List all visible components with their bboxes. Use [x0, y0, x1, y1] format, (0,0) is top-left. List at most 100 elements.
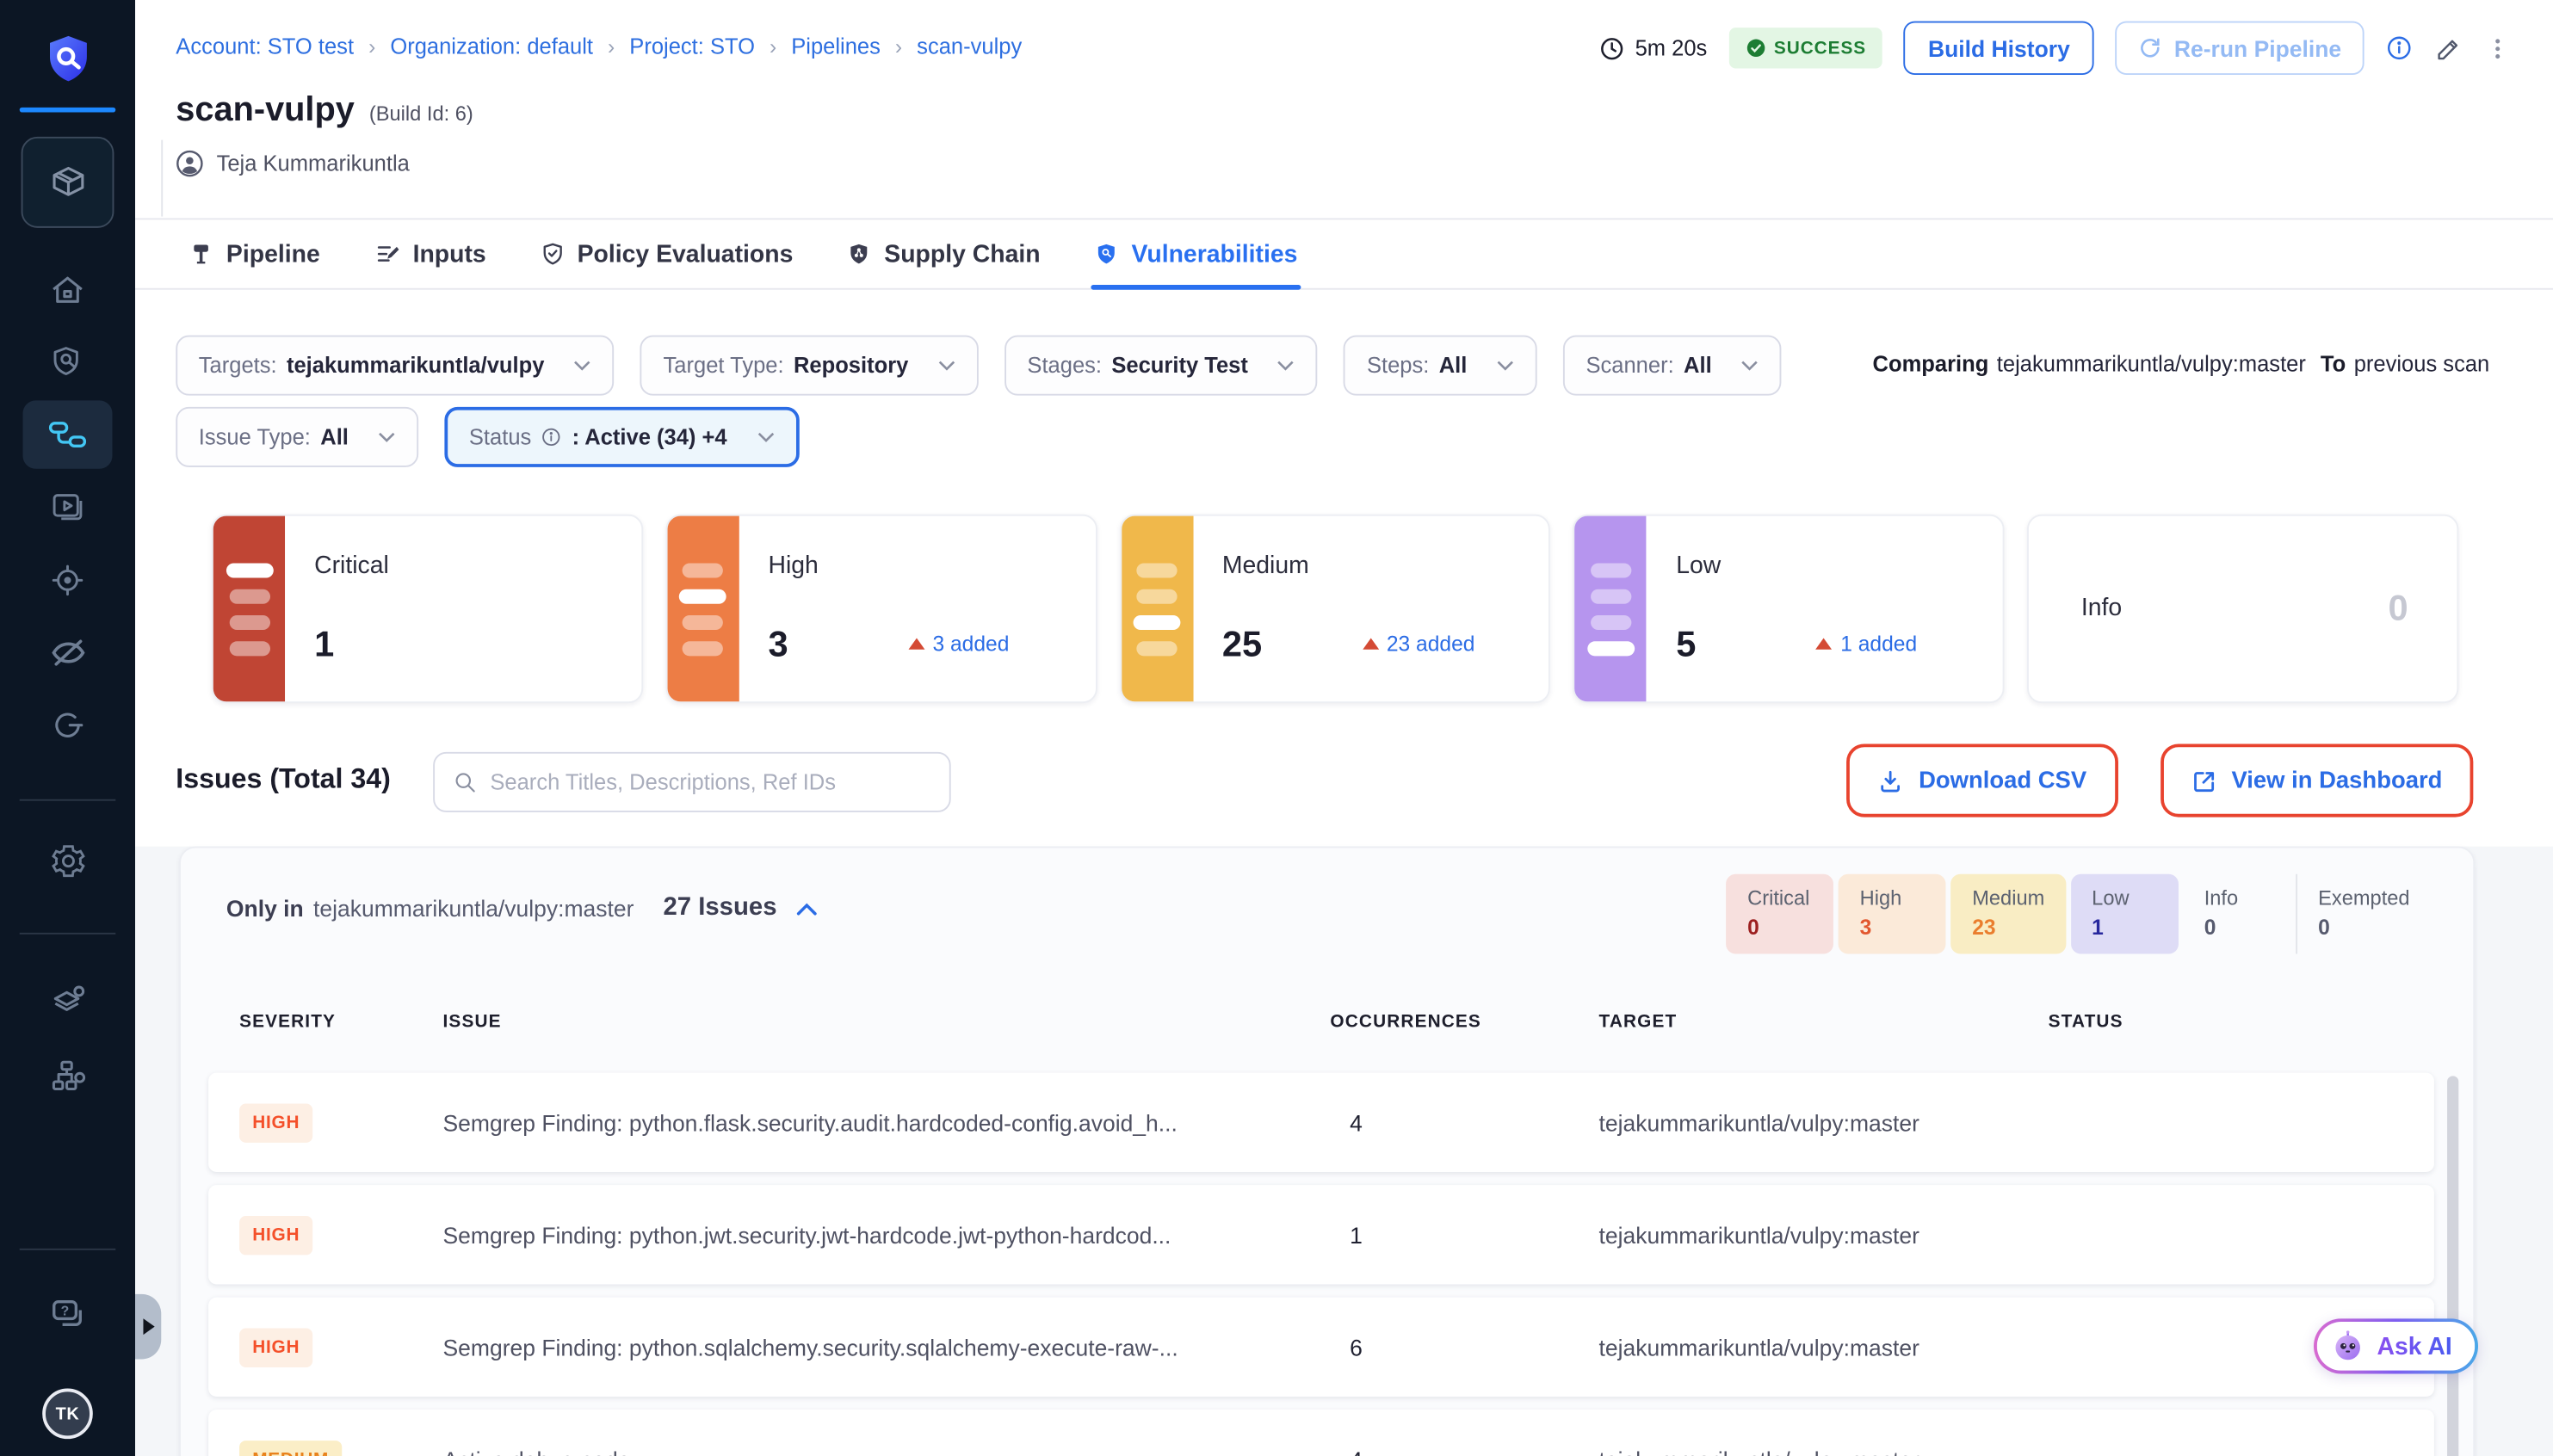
- severity-strip: [213, 516, 285, 702]
- scanner-filter-dropdown[interactable]: Scanner:All: [1563, 336, 1782, 396]
- clock-icon: [1599, 35, 1625, 61]
- severity-card-label: Critical: [314, 552, 389, 579]
- build-history-button[interactable]: Build History: [1904, 22, 2095, 75]
- severity-card-info[interactable]: Info 0: [2027, 515, 2458, 703]
- target-type-filter-dropdown[interactable]: Target Type:Repository: [640, 336, 979, 396]
- severity-badge: HIGH: [239, 1328, 312, 1367]
- col-severity: SEVERITY: [239, 1013, 442, 1033]
- settings-gear-icon[interactable]: [0, 842, 135, 880]
- issue-title[interactable]: Semgrep Finding: python.sqlalchemy.secur…: [443, 1334, 1331, 1360]
- targets-crosshair-icon[interactable]: [0, 562, 135, 600]
- chip-high: High 3: [1839, 874, 1946, 954]
- status-badge: SUCCESS: [1728, 28, 1882, 68]
- execution-duration: 5m 20s: [1599, 35, 1707, 61]
- tab-inputs[interactable]: Inputs: [374, 219, 486, 287]
- org-settings-hierarchy-icon[interactable]: [0, 1057, 135, 1095]
- table-scrollbar[interactable]: [2447, 1076, 2458, 1456]
- edit-pencil-icon[interactable]: [2434, 34, 2463, 63]
- search-input[interactable]: [490, 770, 931, 794]
- col-occurrences: OCCURRENCES: [1330, 1013, 1598, 1033]
- added-count: 3 added: [908, 632, 1009, 656]
- severity-card-medium[interactable]: Medium 25 23 added: [1120, 515, 1551, 703]
- info-icon[interactable]: [2385, 34, 2413, 62]
- app-window: ? TK Account: STO test › Organization: de…: [0, 0, 2553, 1456]
- tab-pipeline[interactable]: Pipeline: [189, 219, 319, 287]
- check-circle-icon: [1745, 38, 1766, 59]
- scans-shield-icon[interactable]: [0, 343, 135, 381]
- triggered-by-user: Teja Kummarikuntla: [176, 150, 410, 177]
- triangle-up-icon: [1363, 639, 1379, 650]
- help-chat-icon[interactable]: ?: [0, 1294, 135, 1335]
- severity-card-critical[interactable]: Critical 1: [212, 515, 643, 703]
- search-icon: [453, 770, 477, 794]
- breadcrumb-current[interactable]: scan-vulpy: [917, 34, 1022, 59]
- issue-target: tejakummarikuntla/vulpy:master: [1599, 1334, 2049, 1360]
- home-icon[interactable]: [0, 272, 135, 310]
- breadcrumb-separator: ›: [895, 34, 902, 59]
- tab-vulnerabilities[interactable]: Vulnerabilities: [1094, 219, 1297, 287]
- severity-strip: [1122, 516, 1193, 702]
- chevron-down-icon: [757, 431, 775, 442]
- triangle-up-icon: [1816, 639, 1833, 650]
- col-status: STATUS: [2049, 1013, 2474, 1033]
- left-nav-sidebar: ? TK: [0, 0, 135, 1456]
- targets-filter-dropdown[interactable]: Targets:tejakummarikuntla/vulpy: [176, 336, 614, 396]
- severity-card-high[interactable]: High 3 3 added: [665, 515, 1097, 703]
- tab-supply-chain[interactable]: Supply Chain: [847, 219, 1041, 287]
- breadcrumb-account[interactable]: Account: STO test: [176, 34, 354, 59]
- user-avatar[interactable]: TK: [42, 1389, 93, 1440]
- sto-shield-logo-icon[interactable]: [0, 33, 135, 88]
- more-options-kebab-icon[interactable]: [2485, 34, 2511, 63]
- status-filter-dropdown[interactable]: Status : Active (34) +4: [445, 407, 799, 467]
- external-link-icon: [2191, 768, 2216, 793]
- added-count: 23 added: [1363, 632, 1475, 656]
- stages-filter-dropdown[interactable]: Stages:Security Test: [1005, 336, 1318, 396]
- download-csv-button[interactable]: Download CSV: [1847, 743, 2117, 817]
- issue-row[interactable]: HIGH Semgrep Finding: python.sqlalchemy.…: [208, 1298, 2434, 1397]
- svg-text:?: ?: [61, 1305, 70, 1319]
- issue-target: tejakummarikuntla/vulpy:master: [1599, 1222, 2049, 1248]
- executions-icon[interactable]: [0, 488, 135, 526]
- severity-count-chips: Critical 0 High 3 Medium 23 Low 1 Info: [1727, 874, 2432, 954]
- issue-type-filter-dropdown[interactable]: Issue Type:All: [176, 407, 418, 467]
- pipelines-icon-active[interactable]: [22, 400, 112, 468]
- chevron-up-icon[interactable]: [796, 901, 818, 916]
- issue-row[interactable]: HIGH Semgrep Finding: python.flask.secur…: [208, 1073, 2434, 1172]
- issue-title[interactable]: Semgrep Finding: python.jwt.security.jwt…: [443, 1222, 1331, 1248]
- issue-target: tejakummarikuntla/vulpy:master: [1599, 1447, 2049, 1456]
- breadcrumb: Account: STO test › Organization: default…: [176, 34, 1022, 59]
- inputs-icon: [374, 241, 399, 267]
- severity-summary-cards: Critical 1 High 3 3 added Medium 25 23 a…: [212, 515, 2458, 703]
- sidebar-expand-handle[interactable]: [135, 1294, 161, 1360]
- tab-policy-evaluations[interactable]: Policy Evaluations: [540, 219, 793, 287]
- col-target: TARGET: [1599, 1013, 2049, 1033]
- issue-row[interactable]: HIGH Semgrep Finding: python.jwt.securit…: [208, 1185, 2434, 1284]
- module-selector-cube-icon[interactable]: [22, 137, 114, 228]
- issue-title[interactable]: Semgrep Finding: python.flask.security.a…: [443, 1109, 1331, 1135]
- sidebar-divider: [20, 933, 116, 935]
- expand-arrow-icon: [143, 1318, 154, 1335]
- steps-filter-dropdown[interactable]: Steps:All: [1344, 336, 1536, 396]
- download-icon: [1878, 768, 1904, 793]
- severity-card-low[interactable]: Low 5 1 added: [1573, 515, 2005, 703]
- severity-card-count: 0: [2388, 588, 2408, 630]
- issue-title[interactable]: Active debug code: [443, 1447, 1331, 1456]
- view-in-dashboard-button[interactable]: View in Dashboard: [2160, 743, 2473, 817]
- baselines-icon[interactable]: [0, 706, 135, 744]
- project-settings-layers-icon[interactable]: [0, 982, 135, 1021]
- breadcrumb-organization[interactable]: Organization: default: [390, 34, 593, 59]
- breadcrumb-project[interactable]: Project: STO: [629, 34, 755, 59]
- exemptions-eye-off-icon[interactable]: [0, 633, 135, 672]
- severity-card-count: 1: [314, 623, 334, 665]
- user-name: Teja Kummarikuntla: [217, 151, 410, 176]
- issues-group-header[interactable]: Only in tejakummarikuntla/vulpy:master 2…: [226, 893, 818, 922]
- stage-divider-line: [161, 140, 163, 217]
- issues-section-title: Issues (Total 34): [176, 763, 391, 796]
- breadcrumb-pipelines[interactable]: Pipelines: [791, 34, 881, 59]
- ask-ai-button[interactable]: Ask AI: [2314, 1318, 2478, 1373]
- issues-table-body: HIGH Semgrep Finding: python.flask.secur…: [208, 1073, 2434, 1456]
- issues-actions: Download CSV View in Dashboard: [1847, 743, 2473, 817]
- main-content: Account: STO test › Organization: default…: [135, 0, 2553, 1456]
- rerun-pipeline-button[interactable]: Re-run Pipeline: [2116, 22, 2364, 75]
- issue-row[interactable]: MEDIUM Active debug code 4 tejakummariku…: [208, 1410, 2434, 1456]
